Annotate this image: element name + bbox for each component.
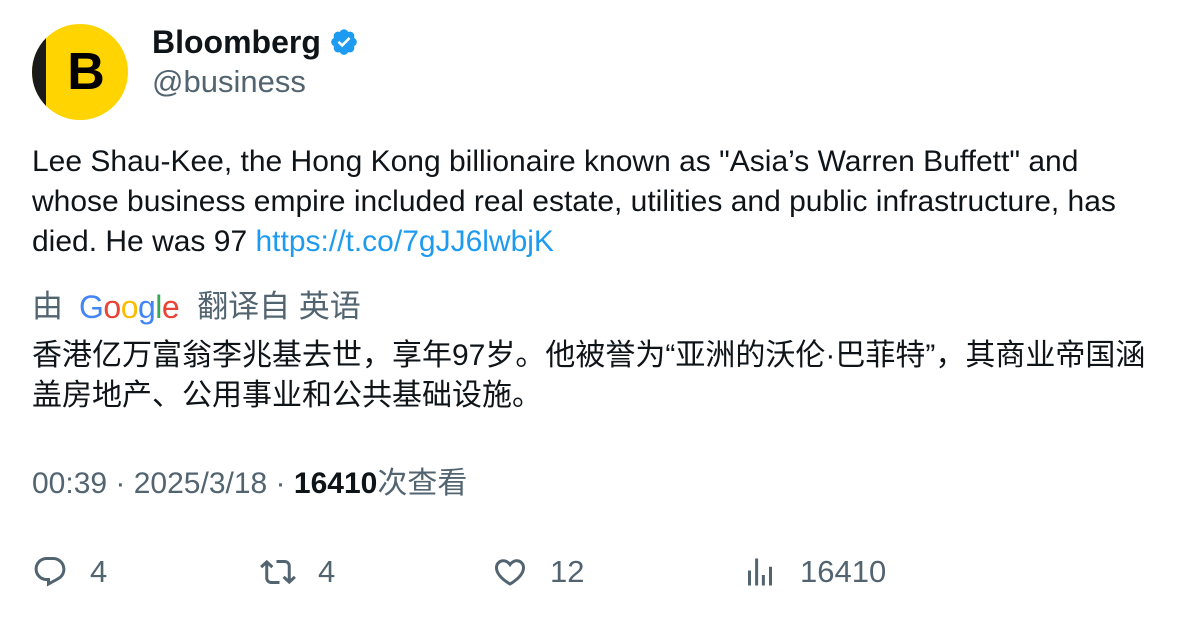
tweet-time[interactable]: 00:39	[32, 467, 107, 500]
like-icon	[494, 559, 526, 586]
like-count: 12	[550, 554, 585, 589]
author-handle[interactable]: @business	[152, 62, 306, 102]
reply-icon	[34, 557, 66, 587]
reply-count: 4	[90, 554, 108, 589]
retweet-count: 4	[318, 554, 336, 589]
translate-from-label: 翻译自 英语	[197, 289, 361, 324]
translation-attribution[interactable]: 由 Google 翻译自 英语	[32, 286, 361, 328]
verified-badge-icon[interactable]	[329, 27, 359, 57]
author-name-row: Bloomberg	[152, 22, 359, 62]
views-icon	[748, 558, 772, 586]
views-button[interactable]: 16410	[742, 552, 886, 592]
tweet-link[interactable]: https://t.co/7gJJ6lwbjK	[255, 225, 553, 258]
translated-text: 香港亿万富翁李兆基去世，享年97岁。他被誉为“亚洲的沃伦·巴菲特”，其商业帝国涵…	[32, 339, 1146, 412]
google-logo: Google	[79, 289, 180, 325]
tweet-date[interactable]: 2025/3/18	[134, 467, 267, 500]
view-count: 16410	[800, 554, 887, 589]
retweet-button[interactable]: 4	[260, 552, 335, 592]
translate-by-label: 由	[32, 289, 63, 324]
reply-button[interactable]: 4	[32, 552, 107, 592]
author-name[interactable]: Bloomberg	[152, 22, 321, 62]
view-count-value: 16410	[293, 467, 378, 500]
avatar-letter: B	[67, 43, 105, 101]
views-label: 次查看	[377, 467, 468, 500]
tweet-body: Lee Shau-Kee, the Hong Kong billionaire …	[32, 145, 1116, 258]
tweet-text: Lee Shau-Kee, the Hong Kong billionaire …	[32, 142, 1172, 262]
avatar[interactable]: B	[32, 24, 128, 120]
tweet-meta: 00:39 · 2025/3/18 · 16410次查看	[32, 467, 468, 500]
like-button[interactable]: 12	[492, 552, 584, 592]
retweet-icon	[260, 559, 296, 585]
